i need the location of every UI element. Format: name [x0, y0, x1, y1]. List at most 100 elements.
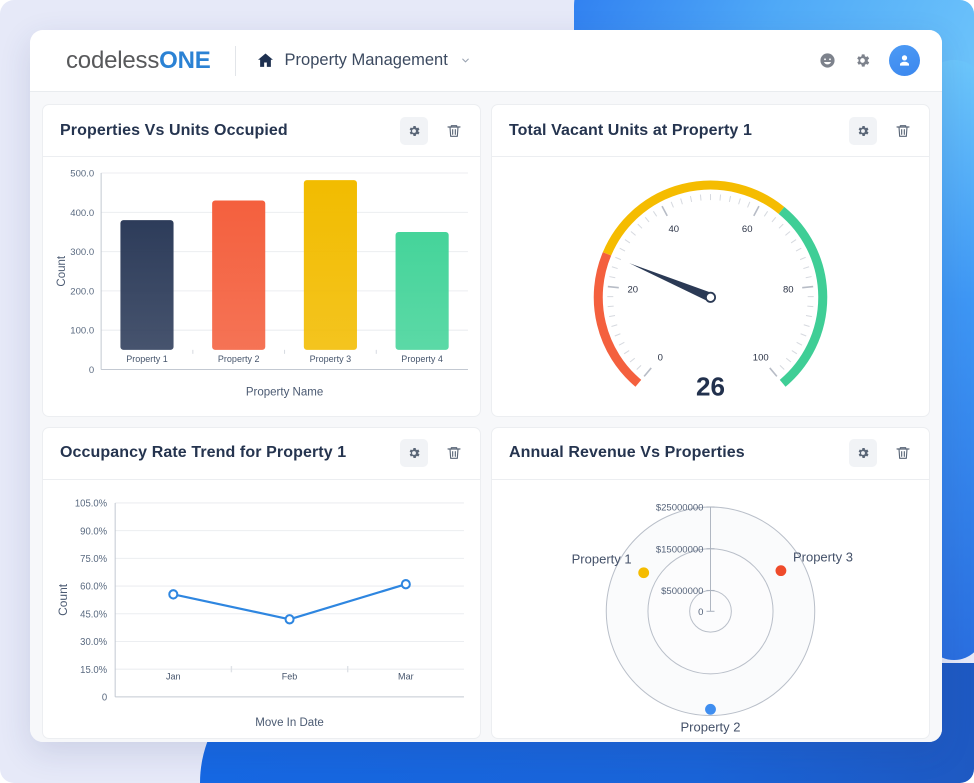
y-axis-title: Count	[57, 583, 70, 616]
gauge-value-label: 26	[696, 372, 725, 402]
line-data-point[interactable]	[168, 588, 179, 600]
gauge-tick	[624, 239, 631, 244]
app-window: codelessONE Property Management Properti…	[30, 30, 942, 742]
gauge-tick	[799, 256, 806, 261]
smiley-icon[interactable]	[819, 52, 836, 69]
app-logo[interactable]: codelessONE	[66, 47, 211, 75]
y-tick-label: 15.0%	[80, 664, 107, 675]
gauge-tick	[790, 239, 797, 244]
page-root: codelessONE Property Management Properti…	[0, 0, 974, 783]
gauge-tick	[802, 285, 814, 289]
bar[interactable]	[120, 220, 174, 350]
x-category-label: Mar	[398, 671, 414, 681]
card-header: Properties Vs Units Occupied	[43, 105, 480, 157]
x-category-label: Property 2	[218, 354, 260, 364]
gauge-tick	[615, 256, 622, 261]
y-tick-label: 0	[102, 692, 108, 703]
line-chart-body: 0 15.0% 30.0% 45.0% 60.0% 75.0% 90.0% 105.0% Jan…	[43, 480, 480, 739]
logo-text-accent: ONE	[159, 46, 211, 74]
gauge-tick-label: 0	[658, 353, 663, 364]
x-category-label: Property 4	[401, 354, 443, 364]
y-tick-label: 75.0%	[80, 553, 107, 564]
gauge-tick	[728, 195, 732, 203]
x-axis-title: Move In Date	[255, 715, 324, 728]
x-category-label: Property 1	[126, 354, 168, 364]
y-tick-label: 100.0	[70, 326, 94, 337]
bar[interactable]	[212, 200, 266, 350]
card-delete-button[interactable]	[440, 439, 468, 467]
polar-data-point[interactable]	[638, 566, 650, 578]
gauge-tick	[623, 350, 630, 355]
gauge-tick	[778, 223, 784, 229]
x-category-label: Feb	[282, 671, 298, 681]
card-annual-revenue-vs-properties: Annual Revenue Vs Properties 0 $5000000 $1…	[491, 426, 930, 740]
gauge-tick	[719, 194, 722, 201]
gauge-tick	[661, 205, 668, 217]
card-header: Annual Revenue Vs Properties	[492, 428, 929, 480]
card-title: Properties Vs Units Occupied	[60, 121, 288, 139]
gear-icon[interactable]	[854, 52, 871, 69]
gauge-tick	[763, 211, 769, 217]
gauge-tick	[618, 341, 625, 346]
chevron-down-icon[interactable]	[460, 55, 471, 66]
card-header: Occupancy Rate Trend for Property 1	[43, 428, 480, 480]
polar-data-point[interactable]	[705, 703, 716, 715]
polar-radial-label: 0	[698, 606, 703, 617]
y-tick-label: 500.0	[70, 169, 94, 180]
gauge-tick	[796, 341, 803, 346]
user-avatar-icon[interactable]	[889, 45, 920, 76]
polar-radial-label: $15000000	[656, 544, 704, 555]
gauge-tick	[747, 201, 751, 208]
y-tick-label: 200.0	[70, 286, 94, 297]
y-tick-label: 400.0	[70, 208, 94, 219]
x-category-label: Jan	[166, 671, 181, 681]
gauge-tick	[805, 315, 812, 318]
card-title: Total Vacant Units at Property 1	[509, 121, 752, 139]
gauge-band	[778, 206, 828, 387]
card-delete-button[interactable]	[889, 439, 917, 467]
y-tick-label: 60.0%	[80, 581, 107, 592]
card-settings-button[interactable]	[849, 116, 877, 145]
gauge-tick	[785, 357, 792, 363]
gauge-tick	[803, 266, 810, 270]
y-tick-label: 300.0	[70, 247, 94, 258]
top-navigation-bar: codelessONE Property Management	[30, 30, 942, 92]
bar[interactable]	[395, 231, 449, 350]
gauge-tick	[629, 357, 636, 363]
house-icon	[256, 51, 275, 70]
gauge-tick	[643, 367, 652, 377]
gauge-tick	[607, 305, 614, 308]
gauge-tick	[689, 195, 693, 203]
polar-data-point[interactable]	[775, 564, 787, 576]
gauge-tick	[611, 324, 618, 327]
y-tick-label: 105.0%	[75, 498, 108, 509]
gauge-tick	[680, 198, 683, 205]
card-settings-button[interactable]	[400, 439, 428, 468]
gauge-tick-label: 40	[669, 224, 680, 235]
gauge-tick	[607, 285, 619, 289]
card-delete-button[interactable]	[440, 117, 468, 145]
card-settings-button[interactable]	[849, 439, 877, 468]
card-settings-button[interactable]	[400, 116, 428, 145]
card-delete-button[interactable]	[889, 117, 917, 145]
gauge-tick-label: 20	[627, 285, 638, 296]
card-header: Total Vacant Units at Property 1	[492, 105, 929, 157]
gauge-tick	[769, 367, 778, 377]
gauge-band	[593, 252, 642, 387]
app-context-selector[interactable]: Property Management	[256, 51, 471, 70]
gauge-tick	[609, 276, 616, 279]
x-category-label: Property 3	[310, 354, 352, 364]
gauge-tick	[670, 201, 674, 208]
bar[interactable]	[303, 180, 357, 350]
gauge-tick	[771, 216, 777, 223]
gauge-tick	[803, 324, 810, 327]
card-title: Annual Revenue Vs Properties	[509, 444, 745, 462]
gauge-tick	[805, 276, 812, 279]
gauge-tick	[807, 305, 814, 308]
polar-chart-body: 0 $5000000 $15000000 $25000000 Property 1 Pro…	[492, 480, 929, 739]
gauge-tick	[614, 333, 621, 337]
line-data-point[interactable]	[400, 578, 411, 589]
y-tick-label: 90.0%	[80, 526, 107, 537]
line-data-point[interactable]	[284, 613, 295, 625]
card-occupancy-rate-trend: Occupancy Rate Trend for Property 1 0 15.…	[42, 426, 481, 740]
